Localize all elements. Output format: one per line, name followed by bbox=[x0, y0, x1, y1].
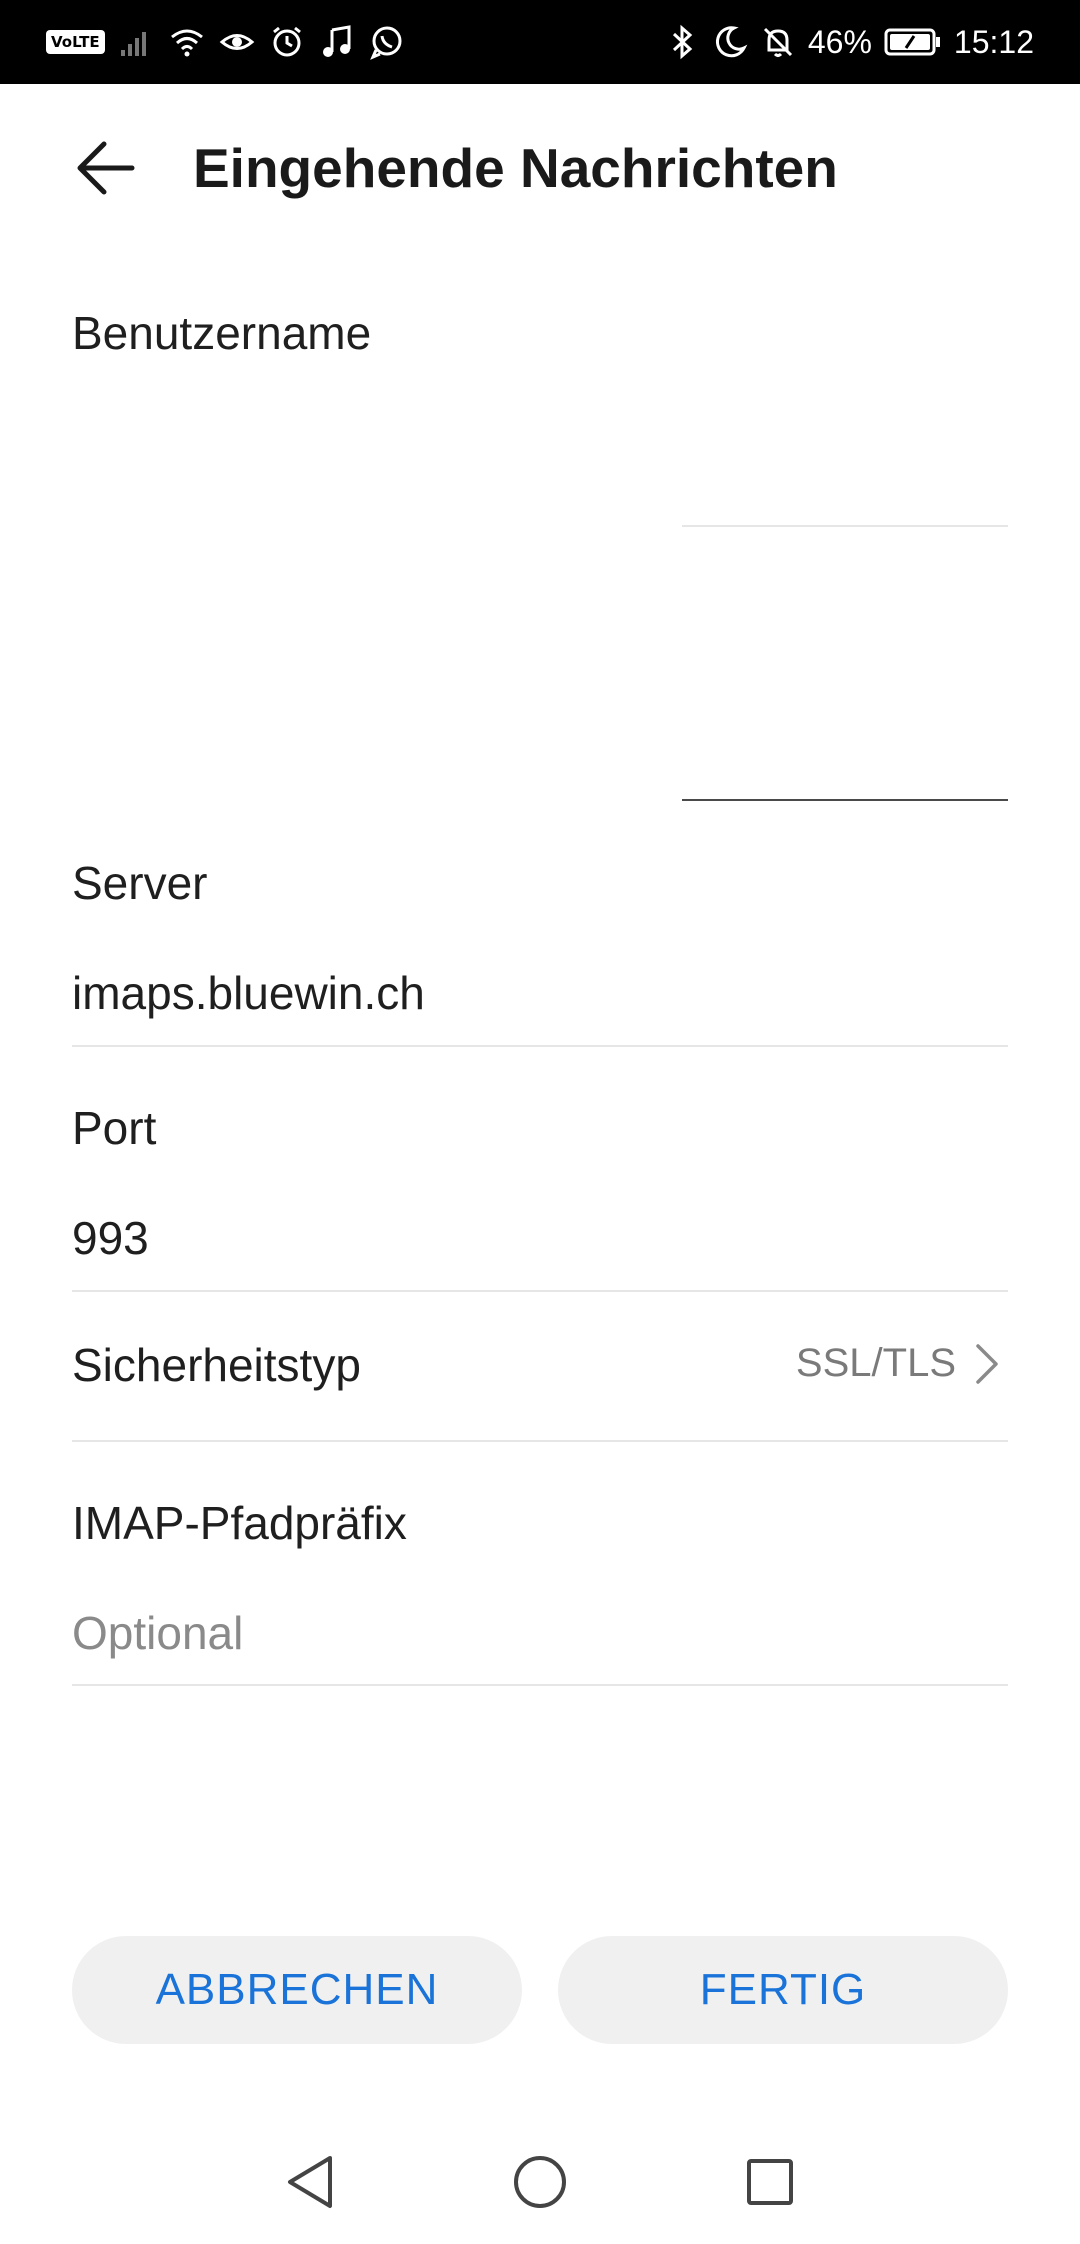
username-input[interactable] bbox=[682, 454, 1008, 524]
username-underline bbox=[682, 525, 1008, 527]
app-bar: Eingehende Nachrichten bbox=[0, 84, 1080, 254]
whatsapp-icon bbox=[369, 26, 402, 60]
done-button[interactable]: FERTIG bbox=[558, 1936, 1008, 2044]
server-input[interactable] bbox=[72, 958, 1008, 1028]
security-type-row[interactable]: Sicherheitstyp SSL/TLS bbox=[72, 1292, 1008, 1440]
imap-prefix-label: IMAP-Pfadpräfix bbox=[72, 1497, 407, 1549]
bell-off-icon bbox=[763, 27, 792, 57]
imap-prefix-divider bbox=[72, 1684, 1008, 1686]
triangle-back-icon bbox=[288, 2156, 332, 2208]
arrow-left-icon bbox=[77, 141, 135, 195]
security-type-value: SSL/TLS bbox=[795, 1341, 956, 1385]
square-recents-icon bbox=[747, 2159, 793, 2205]
status-bar-left: VoLTE bbox=[46, 0, 405, 84]
security-divider bbox=[72, 1440, 1008, 1442]
status-bar: VoLTE 46% 15:12 bbox=[0, 0, 1080, 84]
cancel-button[interactable]: ABBRECHEN bbox=[72, 1936, 522, 2044]
circle-home-icon bbox=[514, 2156, 566, 2208]
music-icon bbox=[322, 25, 351, 57]
alarm-icon bbox=[272, 26, 301, 57]
server-label: Server bbox=[72, 857, 208, 909]
bluetooth-icon bbox=[672, 24, 693, 60]
page-title: Eingehende Nachrichten bbox=[193, 137, 838, 199]
port-input[interactable] bbox=[72, 1203, 1008, 1273]
password-underline bbox=[682, 799, 1008, 801]
wifi-icon bbox=[170, 29, 203, 57]
navigation-bar bbox=[0, 2120, 1080, 2244]
password-input[interactable] bbox=[682, 726, 1008, 796]
security-type-label: Sicherheitstyp bbox=[72, 1339, 361, 1391]
username-label: Benutzername bbox=[72, 307, 372, 359]
port-label: Port bbox=[72, 1102, 157, 1154]
nav-home-button[interactable] bbox=[500, 2142, 580, 2222]
nav-recents-button[interactable] bbox=[730, 2142, 810, 2222]
battery-percent: 46% bbox=[807, 23, 872, 60]
eye-icon bbox=[219, 34, 254, 50]
signal-icon bbox=[120, 32, 146, 56]
clock: 15:12 bbox=[953, 23, 1034, 60]
battery-icon bbox=[884, 28, 940, 56]
status-bar-right: 46% 15:12 bbox=[664, 0, 1034, 84]
back-button[interactable] bbox=[62, 130, 150, 206]
chevron-right-icon bbox=[976, 1344, 998, 1384]
server-divider bbox=[72, 1045, 1008, 1047]
moon-icon bbox=[715, 26, 748, 58]
nav-back-button[interactable] bbox=[270, 2142, 350, 2222]
volte-badge: VoLTE bbox=[46, 30, 105, 54]
imap-prefix-input[interactable] bbox=[72, 1598, 1008, 1668]
